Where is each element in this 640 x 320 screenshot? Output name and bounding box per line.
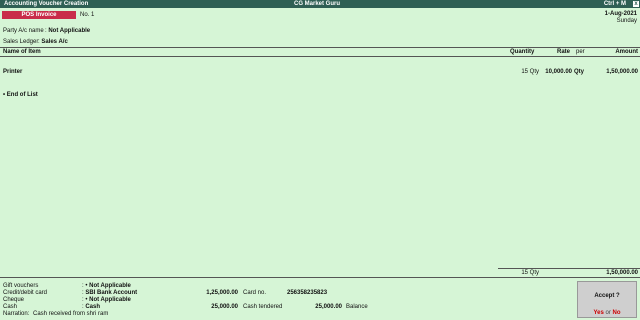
col-header-item: Name of Item [3, 49, 41, 55]
gift-vouchers-label: Gift vouchers [3, 283, 39, 289]
voucher-type-badge[interactable]: POS Invoice [2, 11, 76, 19]
accept-dialog: Accept ? Yes or No [577, 281, 637, 318]
col-header-per: per [576, 49, 585, 55]
sales-ledger-field[interactable]: Sales A/c [41, 39, 67, 45]
title-bar: Accounting Voucher Creation CG Market Gu… [0, 0, 640, 8]
footer-rule [0, 277, 640, 278]
card-amount-field[interactable]: 1,25,000.00 [206, 290, 238, 296]
col-header-rate: Rate [557, 49, 571, 55]
accept-question: Accept ? [594, 293, 620, 299]
company-name: CG Market Guru [294, 0, 341, 7]
accept-options: Yes or No [578, 310, 636, 316]
cheque-field[interactable]: Not Applicable [89, 297, 131, 303]
end-of-list-item[interactable]: • End of List [3, 92, 38, 98]
party-label: Party A/c name [3, 28, 44, 34]
narration-field[interactable]: Cash received from shri ram [33, 311, 108, 317]
card-label: Credit/debit card [3, 290, 48, 296]
row-item: Printer [3, 69, 23, 75]
card-bank-field[interactable]: SBI Bank Account [85, 290, 137, 296]
table-header-rule [0, 56, 640, 57]
card-no-label: Card no. [243, 290, 267, 296]
gift-vouchers-field[interactable]: Not Applicable [89, 283, 131, 289]
col-header-amount: Amount [615, 49, 638, 55]
total-amount: 1,50,000.00 [606, 270, 638, 276]
window-title: Accounting Voucher Creation [4, 0, 89, 7]
shortcut-label: Ctrl + M [603, 0, 626, 7]
end-of-list-label: End of List [6, 92, 38, 98]
row-quantity: 15 Qty [521, 69, 539, 75]
total-quantity: 15 Qty [521, 270, 539, 276]
row-per: Qty [574, 69, 585, 75]
sales-ledger-label: Sales Ledger [3, 39, 39, 45]
voucher-day: Sunday [616, 18, 637, 24]
yes-button[interactable]: Yes [593, 310, 603, 316]
cash-label: Cash [3, 304, 18, 310]
table-top-rule [0, 47, 640, 48]
row-amount: 1,50,000.00 [606, 69, 638, 75]
cash-ledger-field[interactable]: Cash [85, 304, 100, 310]
close-icon[interactable]: x [633, 1, 639, 7]
totals-rule [498, 268, 640, 269]
no-button[interactable]: No [613, 310, 621, 316]
row-rate: 10,000.00 [545, 69, 572, 75]
cheque-label: Cheque [3, 297, 25, 303]
or-label: or [605, 310, 611, 316]
card-no-field[interactable]: 256358235823 [287, 290, 327, 296]
cash-tendered-label: Cash tendered [243, 304, 283, 310]
narration-label: Narration: [3, 311, 30, 317]
voucher-number: No. 1 [80, 12, 95, 18]
balance-label: Balance [346, 304, 368, 310]
party-field[interactable]: Not Applicable [48, 28, 90, 34]
col-header-quantity: Quantity [510, 49, 535, 55]
cash-amount-field[interactable]: 25,000.00 [211, 304, 238, 310]
cash-tendered-field[interactable]: 25,000.00 [315, 304, 342, 310]
voucher-date[interactable]: 1-Aug-2021 [605, 11, 637, 17]
